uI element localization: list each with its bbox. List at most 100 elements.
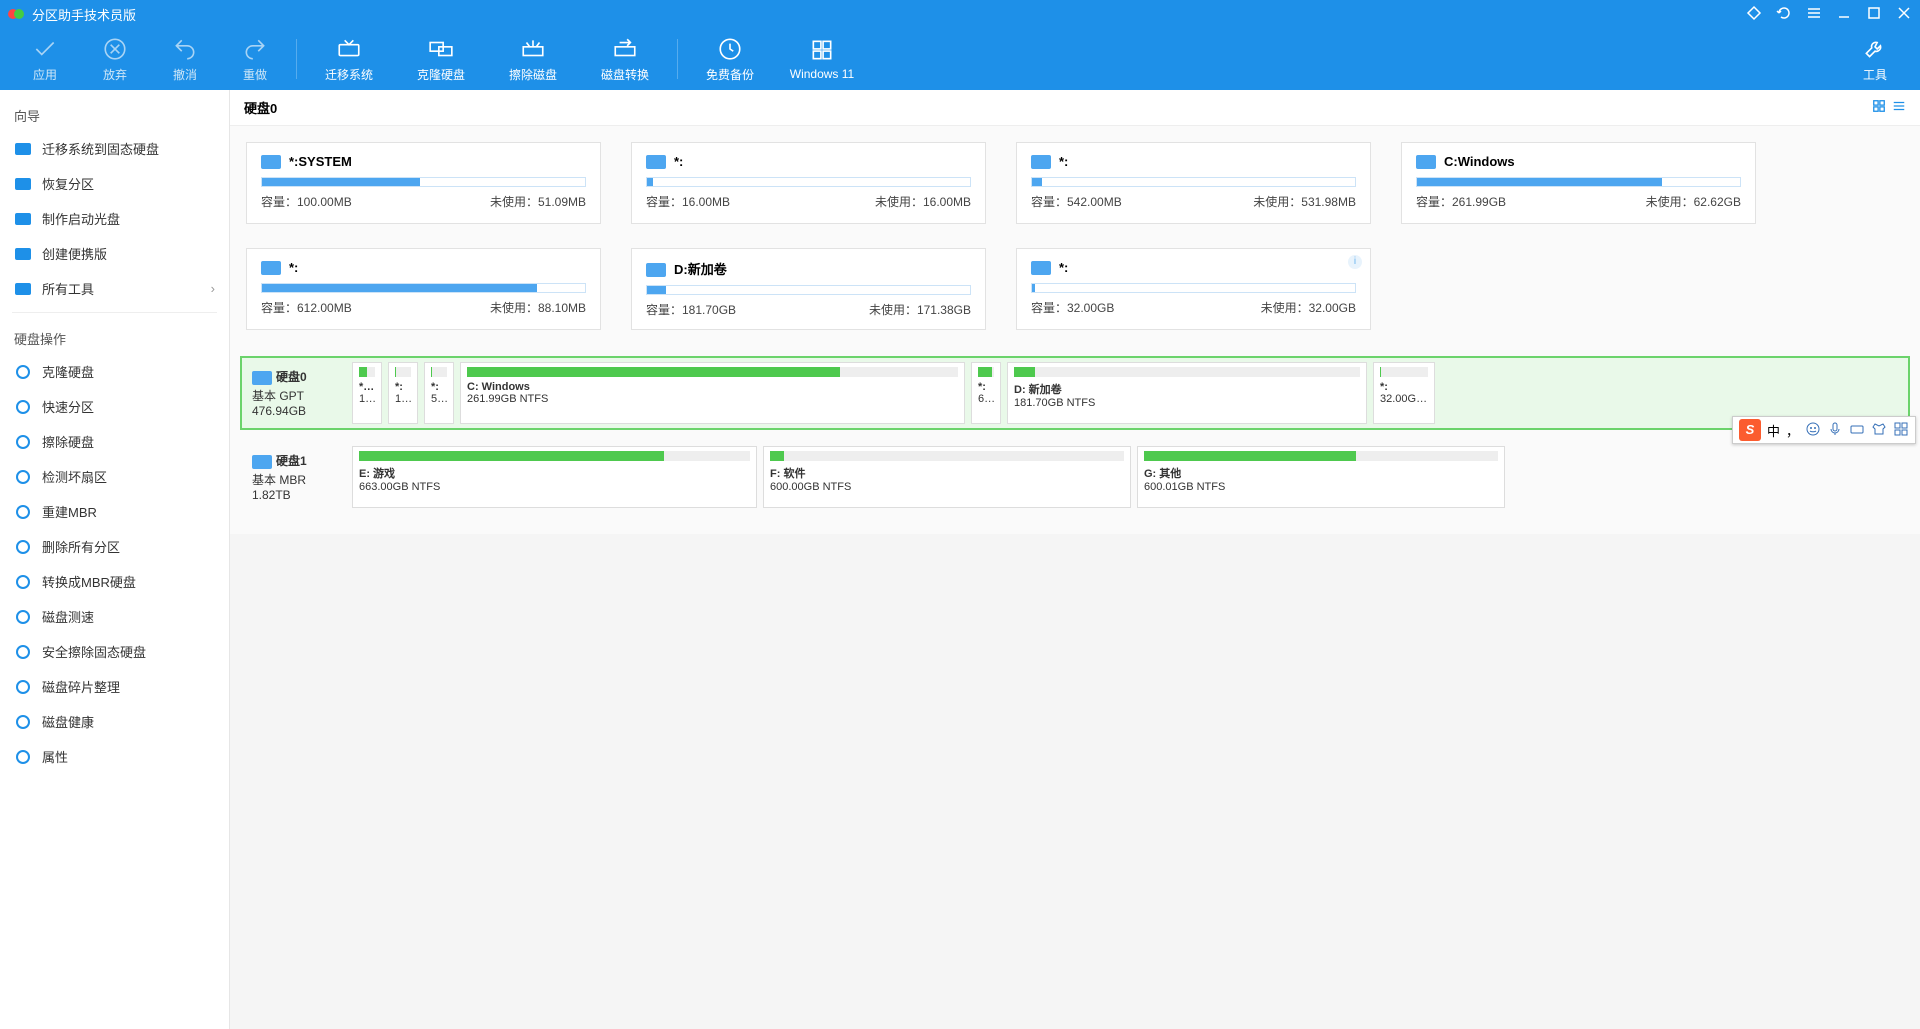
close-icon[interactable]: [1896, 5, 1912, 24]
sidebar-item[interactable]: 检测坏扇区: [0, 459, 229, 494]
minimize-icon[interactable]: [1836, 5, 1852, 24]
sidebar-item[interactable]: 恢复分区: [0, 166, 229, 201]
unused-label: 未使用：88.10MB: [490, 299, 586, 316]
usage-bar: [1416, 177, 1741, 187]
map-part-name: *:: [978, 381, 994, 393]
migrate-system-button[interactable]: 迁移系统: [303, 36, 395, 83]
partition-icon: [1416, 155, 1436, 169]
disk-op-icon: [14, 468, 32, 486]
disk-op-icon: [14, 678, 32, 696]
wipe-disk-button[interactable]: 擦除磁盘: [487, 36, 579, 83]
sidebar-item[interactable]: 制作启动光盘: [0, 201, 229, 236]
partition-icon: [646, 155, 666, 169]
partition-name: *:: [1059, 260, 1068, 275]
disk-name: 硬盘1: [276, 454, 307, 468]
disk-row[interactable]: 硬盘0 基本 GPT 476.94GB *: ... 10... *: 16..…: [240, 356, 1910, 430]
disk-map-partition[interactable]: *: 16...: [388, 362, 418, 424]
partition-card[interactable]: i *: 容量：32.00GB未使用：32.00GB: [1016, 248, 1371, 330]
sidebar-item[interactable]: 创建便携版: [0, 236, 229, 271]
disk-map-partition[interactable]: *: 54...: [424, 362, 454, 424]
refresh-icon[interactable]: [1776, 5, 1792, 24]
sidebar-item[interactable]: 擦除硬盘: [0, 424, 229, 459]
map-part-name: *: ...: [359, 381, 375, 393]
sidebar-item[interactable]: 磁盘碎片整理: [0, 669, 229, 704]
disk-map-partition[interactable]: E: 游戏 663.00GB NTFS: [352, 446, 757, 508]
ime-lang[interactable]: 中: [1767, 421, 1780, 440]
maximize-icon[interactable]: [1866, 5, 1882, 24]
disk-map-partition[interactable]: D: 新加卷 181.70GB NTFS: [1007, 362, 1367, 424]
clone-disk-button[interactable]: 克隆硬盘: [395, 36, 487, 83]
disk-op-icon: [14, 713, 32, 731]
partition-card[interactable]: C:Windows 容量：261.99GB未使用：62.62GB: [1401, 142, 1756, 224]
ime-keyboard-icon[interactable]: [1849, 421, 1865, 440]
sidebar: 向导 迁移系统到固态硬盘恢复分区制作启动光盘创建便携版所有工具› 硬盘操作 克隆…: [0, 90, 230, 1029]
ime-bar[interactable]: S 中 ，: [1732, 416, 1916, 444]
sidebar-item[interactable]: 所有工具›: [0, 271, 229, 306]
sidebar-item[interactable]: 安全擦除固态硬盘: [0, 634, 229, 669]
apply-button[interactable]: 应用: [10, 36, 80, 83]
sidebar-item-label: 擦除硬盘: [42, 432, 94, 451]
sidebar-item[interactable]: 迁移系统到固态硬盘: [0, 131, 229, 166]
disk-map-partition[interactable]: *: ... 10...: [352, 362, 382, 424]
sidebar-item[interactable]: 磁盘测速: [0, 599, 229, 634]
sogou-logo-icon[interactable]: S: [1739, 419, 1761, 441]
map-part-name: *:: [395, 381, 411, 393]
disk-maps: 硬盘0 基本 GPT 476.94GB *: ... 10... *: 16..…: [230, 346, 1920, 534]
partition-card[interactable]: *: 容量：612.00MB未使用：88.10MB: [246, 248, 601, 330]
capacity-label: 容量：181.70GB: [646, 301, 736, 318]
disk-size: 1.82TB: [252, 488, 340, 502]
discard-button[interactable]: 放弃: [80, 36, 150, 83]
sidebar-item[interactable]: 磁盘健康: [0, 704, 229, 739]
map-part-size: 54...: [431, 393, 447, 405]
windows11-button[interactable]: Windows 11: [776, 37, 868, 81]
sidebar-item[interactable]: 转换成MBR硬盘: [0, 564, 229, 599]
sidebar-item[interactable]: 克隆硬盘: [0, 354, 229, 389]
diamond-icon[interactable]: [1746, 5, 1762, 24]
partition-card[interactable]: D:新加卷 容量：181.70GB 未使用：171.38GB: [631, 248, 986, 330]
view-list-icon[interactable]: [1892, 99, 1906, 116]
unused-label: 未使用：531.98MB: [1253, 193, 1356, 210]
ime-toolbox-icon[interactable]: [1893, 421, 1909, 440]
disk-label[interactable]: 硬盘1 基本 MBR 1.82TB: [246, 446, 346, 508]
sidebar-item[interactable]: 重建MBR: [0, 494, 229, 529]
partition-card[interactable]: *:SYSTEM 容量：100.00MB未使用：51.09MB: [246, 142, 601, 224]
sidebar-item-label: 快速分区: [42, 397, 94, 416]
free-backup-button[interactable]: 免费备份: [684, 36, 776, 83]
disk-icon: [252, 455, 272, 469]
ime-emoji-icon[interactable]: [1805, 421, 1821, 440]
disk-row[interactable]: 硬盘1 基本 MBR 1.82TB E: 游戏 663.00GB NTFS F:…: [240, 440, 1910, 514]
app-title: 分区助手技术员版: [32, 5, 1746, 24]
ime-mic-icon[interactable]: [1827, 421, 1843, 440]
menu-icon[interactable]: [1806, 5, 1822, 24]
map-part-name: G: 其他: [1144, 465, 1498, 481]
sidebar-item[interactable]: 属性: [0, 739, 229, 774]
partition-name: *:: [289, 260, 298, 275]
unused-label: 未使用：171.38GB: [869, 301, 971, 318]
sidebar-item-label: 创建便携版: [42, 244, 107, 263]
partition-card[interactable]: *: 容量：542.00MB未使用：531.98MB: [1016, 142, 1371, 224]
map-part-size: 600.01GB NTFS: [1144, 481, 1498, 493]
disk-map-partition[interactable]: C: Windows 261.99GB NTFS: [460, 362, 965, 424]
disk-map-partition[interactable]: *: 32.00GB ...: [1373, 362, 1435, 424]
ime-punct[interactable]: ，: [1786, 421, 1799, 440]
sidebar-item-label: 转换成MBR硬盘: [42, 572, 136, 591]
disk-map-partition[interactable]: *: 61...: [971, 362, 1001, 424]
map-part-size: 32.00GB ...: [1380, 393, 1428, 405]
partition-name: D:新加卷: [674, 262, 727, 277]
sidebar-item[interactable]: 快速分区: [0, 389, 229, 424]
capacity-label: 容量：100.00MB: [261, 193, 352, 210]
disk-map-partition[interactable]: F: 软件 600.00GB NTFS: [763, 446, 1131, 508]
info-icon[interactable]: i: [1348, 255, 1362, 269]
tools-button[interactable]: 工具: [1840, 36, 1910, 83]
redo-button[interactable]: 重做: [220, 36, 290, 83]
partition-card[interactable]: *: 容量：16.00MB未使用：16.00MB: [631, 142, 986, 224]
disk-map-partition[interactable]: G: 其他 600.01GB NTFS: [1137, 446, 1505, 508]
ime-skin-icon[interactable]: [1871, 421, 1887, 440]
undo-button[interactable]: 撤消: [150, 36, 220, 83]
sidebar-item-label: 检测坏扇区: [42, 467, 107, 486]
map-part-size: 663.00GB NTFS: [359, 481, 750, 493]
disk-label[interactable]: 硬盘0 基本 GPT 476.94GB: [246, 362, 346, 424]
disk-convert-button[interactable]: 磁盘转换: [579, 36, 671, 83]
view-grid-icon[interactable]: [1872, 99, 1886, 116]
sidebar-item[interactable]: 删除所有分区: [0, 529, 229, 564]
